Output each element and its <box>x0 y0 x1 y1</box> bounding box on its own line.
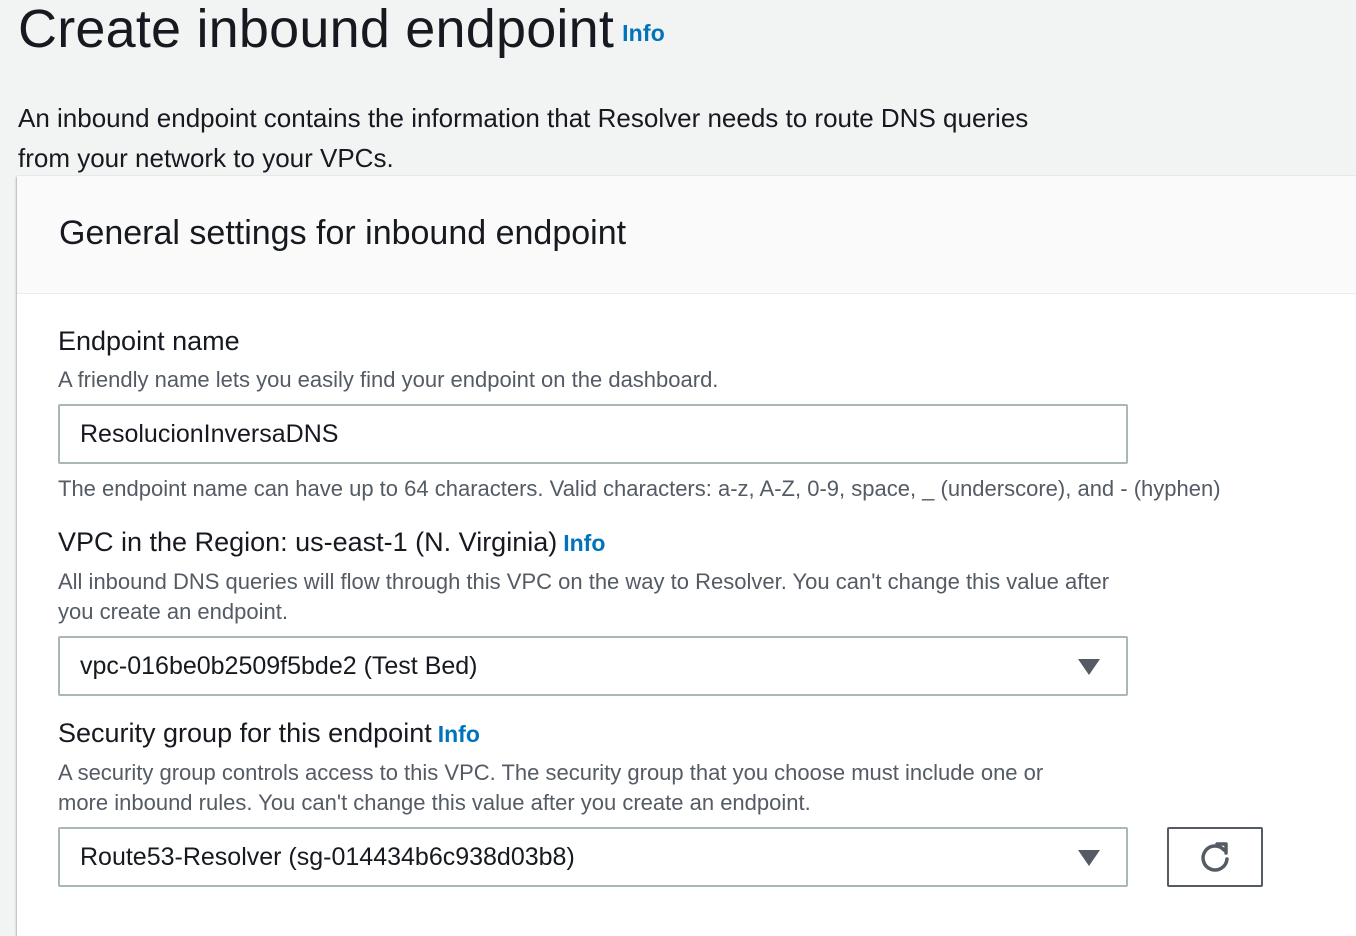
vpc-info-link[interactable]: Info <box>563 530 605 556</box>
vpc-select[interactable]: vpc-016be0b2509f5bde2 (Test Bed) <box>58 636 1128 696</box>
refresh-security-groups-button[interactable] <box>1167 827 1263 887</box>
endpoint-name-input-wrapper: ResolucionInversaDNS <box>58 404 1128 464</box>
endpoint-name-constraint: The endpoint name can have up to 64 char… <box>58 476 1221 501</box>
endpoint-name-description: A friendly name lets you easily find you… <box>58 367 719 392</box>
security-group-label: Security group for this endpoint Info <box>58 718 480 749</box>
security-group-field: Security group for this endpoint Info <box>58 718 480 749</box>
vpc-label: VPC in the Region: us-east-1 (N. Virgini… <box>58 527 605 558</box>
security-group-select-wrapper: Route53-Resolver (sg-014434b6c938d03b8) <box>58 827 1128 887</box>
security-group-select[interactable]: Route53-Resolver (sg-014434b6c938d03b8) <box>58 827 1128 887</box>
panel-title: General settings for inbound endpoint <box>59 214 627 252</box>
vpc-description: All inbound DNS queries will flow throug… <box>58 569 1110 624</box>
vpc-field: VPC in the Region: us-east-1 (N. Virgini… <box>58 527 605 558</box>
endpoint-name-label: Endpoint name <box>58 326 240 356</box>
general-settings-panel: General settings for inbound endpoint En… <box>17 176 1356 936</box>
vpc-select-wrapper: vpc-016be0b2509f5bde2 (Test Bed) <box>58 636 1128 696</box>
page-title: Create inbound endpoint Info <box>18 0 665 60</box>
vpc-select-value: vpc-016be0b2509f5bde2 (Test Bed) <box>80 651 478 680</box>
security-group-label-text: Security group for this endpoint <box>58 718 432 748</box>
endpoint-name-input[interactable]: ResolucionInversaDNS <box>58 404 1128 464</box>
security-group-description: A security group controls access to this… <box>58 760 1044 815</box>
panel-header: General settings for inbound endpoint <box>17 176 1356 294</box>
endpoint-name-field: Endpoint name <box>58 326 240 357</box>
page-title-text: Create inbound endpoint <box>18 0 615 59</box>
page-description: An inbound endpoint contains the informa… <box>18 103 1029 173</box>
caret-down-icon <box>1078 659 1100 675</box>
vpc-label-text: VPC in the Region: us-east-1 (N. Virgini… <box>58 527 558 557</box>
security-group-info-link[interactable]: Info <box>438 721 480 747</box>
caret-down-icon <box>1078 850 1100 866</box>
security-group-select-value: Route53-Resolver (sg-014434b6c938d03b8) <box>80 842 575 871</box>
refresh-icon <box>1201 842 1229 872</box>
page-title-info-link[interactable]: Info <box>622 20 665 46</box>
